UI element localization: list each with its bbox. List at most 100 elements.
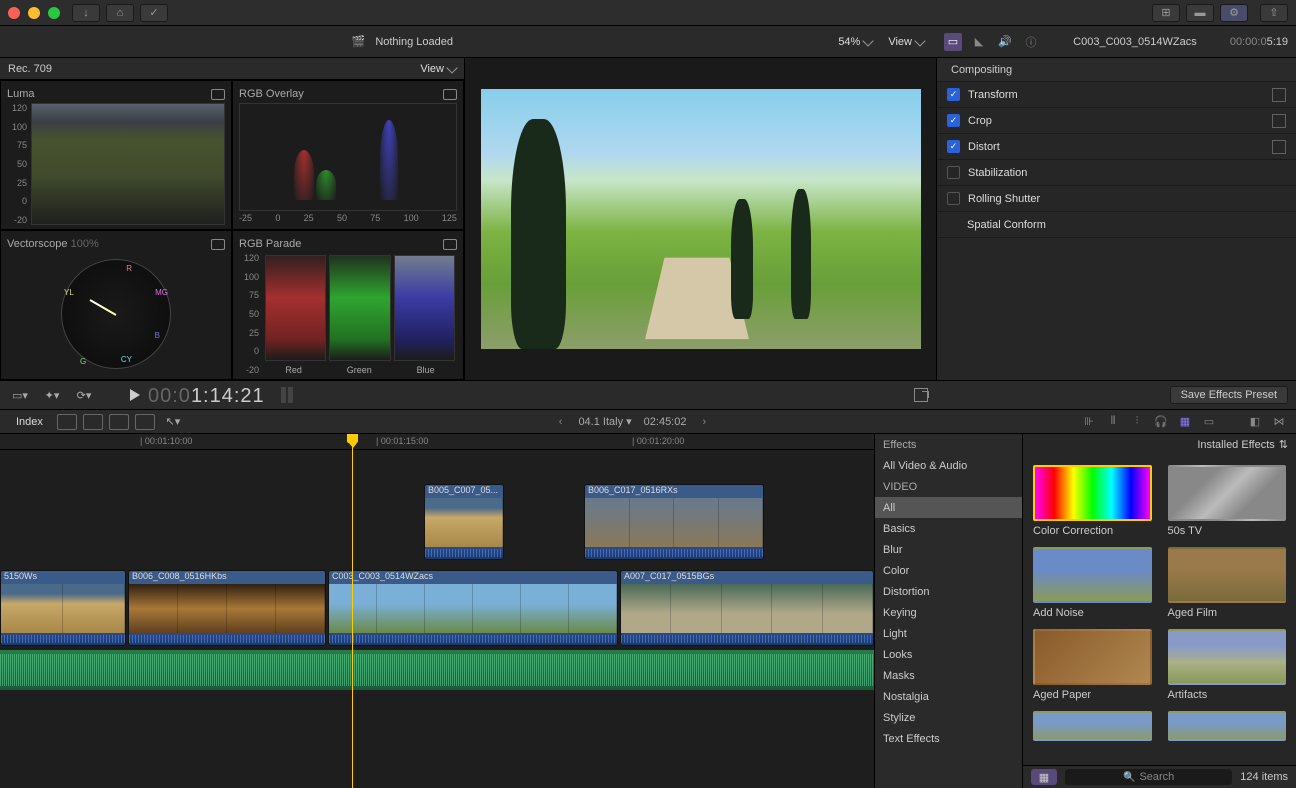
timeline-clip[interactable]: B006_C017_0516RXs [584,484,764,560]
effects-category-blur[interactable]: Blur [875,539,1022,560]
rgb-parade-scope[interactable]: RGB Parade 1201007550250-20 Red Green Bl… [232,230,464,380]
scope-settings-icon[interactable] [443,89,457,100]
compositing-section[interactable]: Compositing [937,58,1296,82]
timeline-history-forward[interactable]: › [698,416,710,428]
effects-grid[interactable]: Color Correction50s TVAdd NoiseAged Film… [1023,455,1296,765]
effect-item[interactable]: 50s TV [1168,465,1287,537]
keyword-editor-button[interactable]: ⌂ [106,4,134,22]
rolling-shutter-checkbox[interactable] [947,192,960,205]
effects-category-nostalgia[interactable]: Nostalgia [875,686,1022,707]
effect-item[interactable]: Add Noise [1033,547,1152,619]
effects-category-text-effects[interactable]: Text Effects [875,728,1022,749]
overwrite-clip-button[interactable] [135,414,155,430]
retime-tool-button[interactable]: ⟳▾ [72,386,96,404]
connected-clips-lane[interactable]: B005_C007_05... B006_C017_0516RXs [0,484,874,560]
inspector-color-tab[interactable]: ◣ [970,33,988,51]
effects-view-toggle[interactable]: ▦ [1031,769,1057,785]
insert-clip-button[interactable] [83,414,103,430]
timeline[interactable]: | 00:01:10:00| 00:01:15:00| 00:01:20:00 … [0,434,874,788]
crop-row[interactable]: Crop [937,108,1296,134]
scope-settings-icon[interactable] [211,89,225,100]
effects-category-masks[interactable]: Masks [875,665,1022,686]
effects-category-video[interactable]: VIDEO [875,476,1022,497]
effects-category-looks[interactable]: Looks [875,644,1022,665]
timeline-index-button[interactable]: Index [8,414,51,430]
playhead-handle[interactable] [347,434,358,443]
save-effects-preset-button[interactable]: Save Effects Preset [1170,386,1288,404]
connect-clip-button[interactable] [57,414,77,430]
timeline-clip[interactable]: B005_C007_05... [424,484,504,560]
solo-button[interactable]: ⫶ [1128,414,1146,430]
zoom-dropdown[interactable]: 54% [838,36,872,48]
stabilization-checkbox[interactable] [947,166,960,179]
effect-item[interactable] [1033,711,1152,741]
effects-category-keying[interactable]: Keying [875,602,1022,623]
scope-settings-icon[interactable] [211,239,225,250]
audio-skimming-button[interactable]: ⫴ [1104,414,1122,430]
timeline-clip[interactable]: A007_C017_0515BGs [620,570,874,646]
project-name-dropdown[interactable]: 04.1 Italy ▾ [578,415,631,428]
music-audio-track[interactable] [0,650,874,690]
spatial-conform-row[interactable]: Spatial Conform [937,212,1296,238]
minimize-window-button[interactable] [28,7,40,19]
rgb-overlay-scope[interactable]: RGB Overlay -250255075100125 [232,80,464,230]
timeline-clip[interactable]: 5150Ws [0,570,126,646]
transform-checkbox[interactable] [947,88,960,101]
playhead[interactable] [352,434,353,788]
effects-category-light[interactable]: Light [875,623,1022,644]
installed-effects-dropdown[interactable]: Installed Effects ⇅ [1023,434,1296,455]
transform-row[interactable]: Transform [937,82,1296,108]
luma-scope[interactable]: Luma 1201007550250-20 [0,80,232,230]
effects-category-all-video-audio[interactable]: All Video & Audio [875,455,1022,476]
effects-tool-button[interactable]: ✦▾ [40,386,64,404]
inspector-toggle-button[interactable]: ⚙ [1220,4,1248,22]
effects-category-distortion[interactable]: Distortion [875,581,1022,602]
snapping-button[interactable]: 🎧 [1152,414,1170,430]
effects-browser-button[interactable]: ▦ [1176,414,1194,430]
append-clip-button[interactable] [109,414,129,430]
vectorscope[interactable]: Vectorscope 100% R MG B CY G YL [0,230,232,380]
view-dropdown[interactable]: View [888,36,924,48]
clip-appearance-button[interactable]: ▭▾ [8,386,32,404]
effects-category-all[interactable]: All [875,497,1022,518]
import-button[interactable]: ↓ [72,4,100,22]
effect-item[interactable]: Artifacts [1168,629,1287,701]
effect-item[interactable]: Color Correction [1033,465,1152,537]
inspector-video-tab[interactable]: ▭ [944,33,962,51]
timeline-clip[interactable]: C003_C003_0514WZacs [328,570,618,646]
timeline-view-button-1[interactable]: ◧ [1246,414,1264,430]
timeline-history-back[interactable]: ‹ [555,416,567,428]
share-button[interactable]: ⇧ [1260,4,1288,22]
skimming-button[interactable]: ⊪ [1080,414,1098,430]
effects-category-sidebar[interactable]: EffectsAll Video & AudioVIDEOAllBasicsBl… [875,434,1023,788]
crop-checkbox[interactable] [947,114,960,127]
close-window-button[interactable] [8,7,20,19]
play-button[interactable] [130,389,140,401]
background-tasks-button[interactable]: ✓ [140,4,168,22]
timeline-view-button-2[interactable]: ⋈ [1270,414,1288,430]
effect-item[interactable]: Aged Film [1168,547,1287,619]
effects-search-input[interactable]: 🔍 Search [1065,769,1232,785]
viewer-canvas[interactable] [465,58,936,380]
fullscreen-window-button[interactable] [48,7,60,19]
distort-checkbox[interactable] [947,140,960,153]
effect-item[interactable]: Aged Paper [1033,629,1152,701]
transform-reset-icon[interactable] [1272,88,1286,102]
scope-settings-icon[interactable] [443,239,457,250]
primary-storyline-lane[interactable]: 5150WsB006_C008_0516HKbsC003_C003_0514WZ… [0,570,874,646]
scopes-view-dropdown[interactable]: View [420,63,456,75]
effects-category-stylize[interactable]: Stylize [875,707,1022,728]
inspector-audio-tab[interactable]: 🔊 [996,33,1014,51]
transitions-browser-button[interactable]: ▭ [1200,414,1218,430]
browser-layout-button[interactable]: ⊞ [1152,4,1180,22]
effect-item[interactable] [1168,711,1287,741]
rolling-shutter-row[interactable]: Rolling Shutter [937,186,1296,212]
arrow-tool-button[interactable]: ↖▾ [161,413,185,431]
effects-category-effects[interactable]: Effects [875,434,1022,455]
effects-category-color[interactable]: Color [875,560,1022,581]
timeline-ruler[interactable]: | 00:01:10:00| 00:01:15:00| 00:01:20:00 [0,434,874,450]
distort-row[interactable]: Distort [937,134,1296,160]
timeline-clip[interactable]: B006_C008_0516HKbs [128,570,326,646]
stabilization-row[interactable]: Stabilization [937,160,1296,186]
distort-reset-icon[interactable] [1272,140,1286,154]
